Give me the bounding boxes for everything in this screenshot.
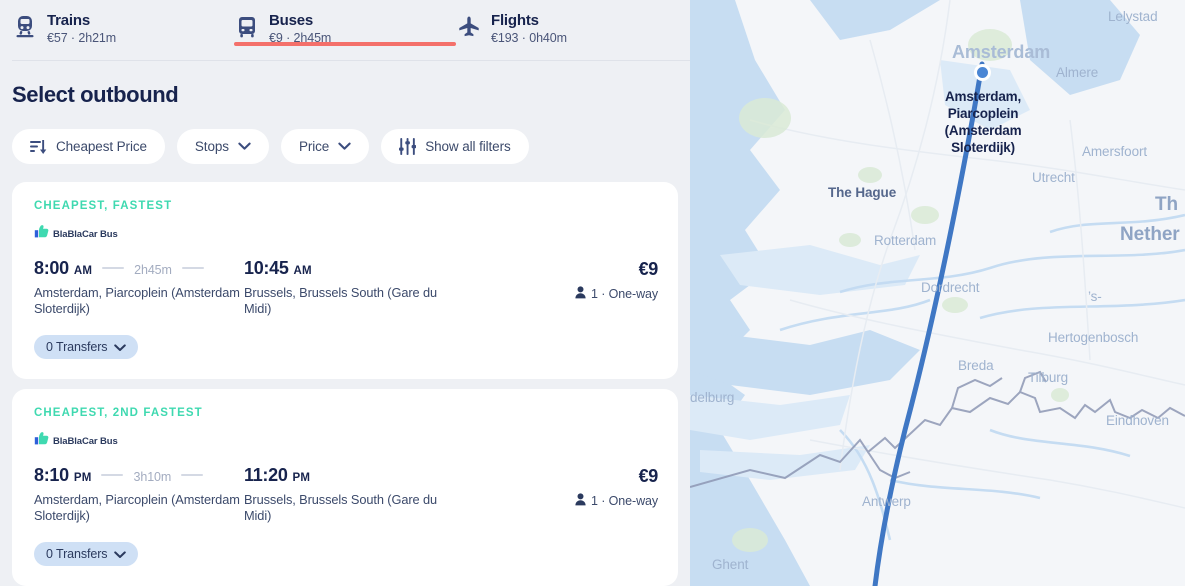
tab-flights-subtitle: €193 · 0h40m bbox=[491, 31, 567, 45]
destination-leg: 10:45 AM Brussels, Brussels South (Gare … bbox=[244, 258, 459, 317]
chevron-down-icon bbox=[338, 142, 351, 151]
stops-filter-label: Stops bbox=[194, 139, 229, 154]
sliders-icon bbox=[399, 138, 417, 155]
tab-trains-title: Trains bbox=[47, 12, 90, 29]
destination-station: Brussels, Brussels South (Gare du Midi) bbox=[244, 492, 438, 523]
show-all-filters-button[interactable]: Show all filters bbox=[381, 129, 529, 164]
show-all-filters-label: Show all filters bbox=[425, 139, 511, 154]
sort-cheapest-price-button[interactable]: Cheapest Price bbox=[12, 129, 165, 164]
arrive-time-group: 11:20 PM bbox=[244, 465, 459, 486]
arrive-time-group: 10:45 AM bbox=[244, 258, 459, 279]
results-panel: Trains €57 · 2h21m Buses €9 · 2h45m Flig… bbox=[0, 0, 690, 586]
origin-map-marker[interactable] bbox=[974, 64, 991, 81]
tab-trains[interactable]: Trains €57 · 2h21m bbox=[12, 0, 234, 46]
passenger-info: 1 · One-way bbox=[575, 493, 658, 509]
origin-stop-label: Amsterdam, Piarcoplein (Amsterdam Sloterdij… bbox=[944, 89, 1022, 155]
transfers-label: 0 Transfers bbox=[46, 340, 108, 354]
result-badges: CHEAPEST, 2ND FASTEST bbox=[34, 407, 203, 419]
tab-trains-subtitle: €57 · 2h21m bbox=[47, 31, 117, 45]
route-map[interactable]: Amsterdam Lelystad Almere Amersfoort Utr… bbox=[690, 0, 1185, 586]
operator-name: BlaBlaCar Bus bbox=[53, 435, 118, 447]
blablacar-logo-icon bbox=[34, 225, 49, 243]
stops-filter-button[interactable]: Stops bbox=[176, 129, 269, 164]
origin-leg: 8:10 PM 3h10m Amsterdam, Piarcoplein (Am… bbox=[34, 465, 244, 524]
arrive-meridiem: AM bbox=[293, 265, 312, 277]
price: €9 bbox=[638, 259, 659, 279]
origin-station: Amsterdam, Piarcoplein (Amsterdam Sloter… bbox=[34, 285, 240, 316]
depart-meridiem: PM bbox=[73, 472, 92, 484]
tab-buses[interactable]: Buses €9 · 2h45m bbox=[234, 0, 456, 46]
chevron-down-icon bbox=[114, 547, 127, 562]
origin-station: Amsterdam, Piarcoplein (Amsterdam Sloter… bbox=[34, 492, 240, 523]
itinerary-row: 8:00 AM 2h45m Amsterdam, Piarcoplein (Am… bbox=[34, 258, 658, 317]
chevron-down-icon bbox=[114, 340, 127, 355]
price-filter-label: Price bbox=[298, 139, 330, 154]
transfers-toggle[interactable]: 0 Transfers bbox=[34, 542, 139, 566]
sort-cheapest-price-label: Cheapest Price bbox=[56, 139, 147, 154]
duration: 3h10m bbox=[133, 470, 172, 484]
itinerary-row: 8:10 PM 3h10m Amsterdam, Piarcoplein (Am… bbox=[34, 465, 658, 524]
plane-icon bbox=[456, 12, 482, 42]
leg-dash bbox=[101, 474, 124, 476]
tab-flights-title: Flights bbox=[491, 12, 539, 29]
result-card[interactable]: CHEAPEST, FASTEST BlaBlaCar Bus 8:00 AM … bbox=[12, 182, 678, 379]
leg-dash bbox=[181, 474, 204, 476]
arrive-time: 10:45 bbox=[244, 258, 289, 278]
chevron-down-icon bbox=[238, 142, 251, 151]
operator: BlaBlaCar Bus bbox=[34, 432, 658, 450]
depart-time-group: 8:00 AM 2h45m bbox=[34, 258, 244, 279]
passenger-text: 1 · One-way bbox=[591, 494, 658, 508]
transfers-toggle[interactable]: 0 Transfers bbox=[34, 335, 139, 359]
tab-flights[interactable]: Flights €193 · 0h40m bbox=[456, 0, 656, 46]
price: €9 bbox=[638, 466, 659, 486]
passenger-text: 1 · One-way bbox=[591, 287, 658, 301]
active-tab-indicator bbox=[234, 42, 456, 46]
fare-block: €9 1 · One-way bbox=[575, 465, 658, 509]
search-results-page: Trains €57 · 2h21m Buses €9 · 2h45m Flig… bbox=[0, 0, 1185, 586]
depart-time: 8:10 bbox=[34, 465, 69, 485]
operator: BlaBlaCar Bus bbox=[34, 225, 658, 243]
destination-leg: 11:20 PM Brussels, Brussels South (Gare … bbox=[244, 465, 459, 524]
passenger-info: 1 · One-way bbox=[575, 286, 658, 302]
depart-meridiem: AM bbox=[73, 265, 93, 277]
results-list: CHEAPEST, FASTEST BlaBlaCar Bus 8:00 AM … bbox=[12, 182, 690, 586]
blablacar-logo-icon bbox=[34, 432, 49, 450]
leg-dash bbox=[102, 267, 125, 269]
person-icon bbox=[575, 286, 586, 302]
person-icon bbox=[575, 493, 586, 509]
operator-name: BlaBlaCar Bus bbox=[53, 228, 118, 240]
bus-icon bbox=[234, 12, 260, 42]
tabs-divider bbox=[12, 60, 690, 61]
sort-icon bbox=[30, 139, 47, 155]
filter-bar: Cheapest Price Stops Price Show all filt… bbox=[12, 129, 690, 164]
duration: 2h45m bbox=[134, 263, 172, 277]
transfers-label: 0 Transfers bbox=[46, 547, 108, 561]
origin-leg: 8:00 AM 2h45m Amsterdam, Piarcoplein (Am… bbox=[34, 258, 244, 317]
price-filter-button[interactable]: Price bbox=[280, 129, 370, 164]
depart-time-group: 8:10 PM 3h10m bbox=[34, 465, 244, 486]
page-title: Select outbound bbox=[12, 82, 179, 107]
transport-mode-tabs: Trains €57 · 2h21m Buses €9 · 2h45m Flig… bbox=[0, 0, 690, 62]
fare-block: €9 1 · One-way bbox=[575, 258, 658, 302]
arrive-meridiem: PM bbox=[292, 472, 311, 484]
arrive-time: 11:20 bbox=[244, 465, 288, 485]
destination-station: Brussels, Brussels South (Gare du Midi) bbox=[244, 285, 438, 316]
leg-dash bbox=[181, 267, 204, 269]
result-badges: CHEAPEST, FASTEST bbox=[34, 200, 173, 212]
train-icon bbox=[12, 12, 38, 42]
depart-time: 8:00 bbox=[34, 258, 69, 278]
result-card[interactable]: CHEAPEST, 2ND FASTEST BlaBlaCar Bus 8:10 bbox=[12, 389, 678, 586]
tab-buses-title: Buses bbox=[269, 12, 314, 29]
